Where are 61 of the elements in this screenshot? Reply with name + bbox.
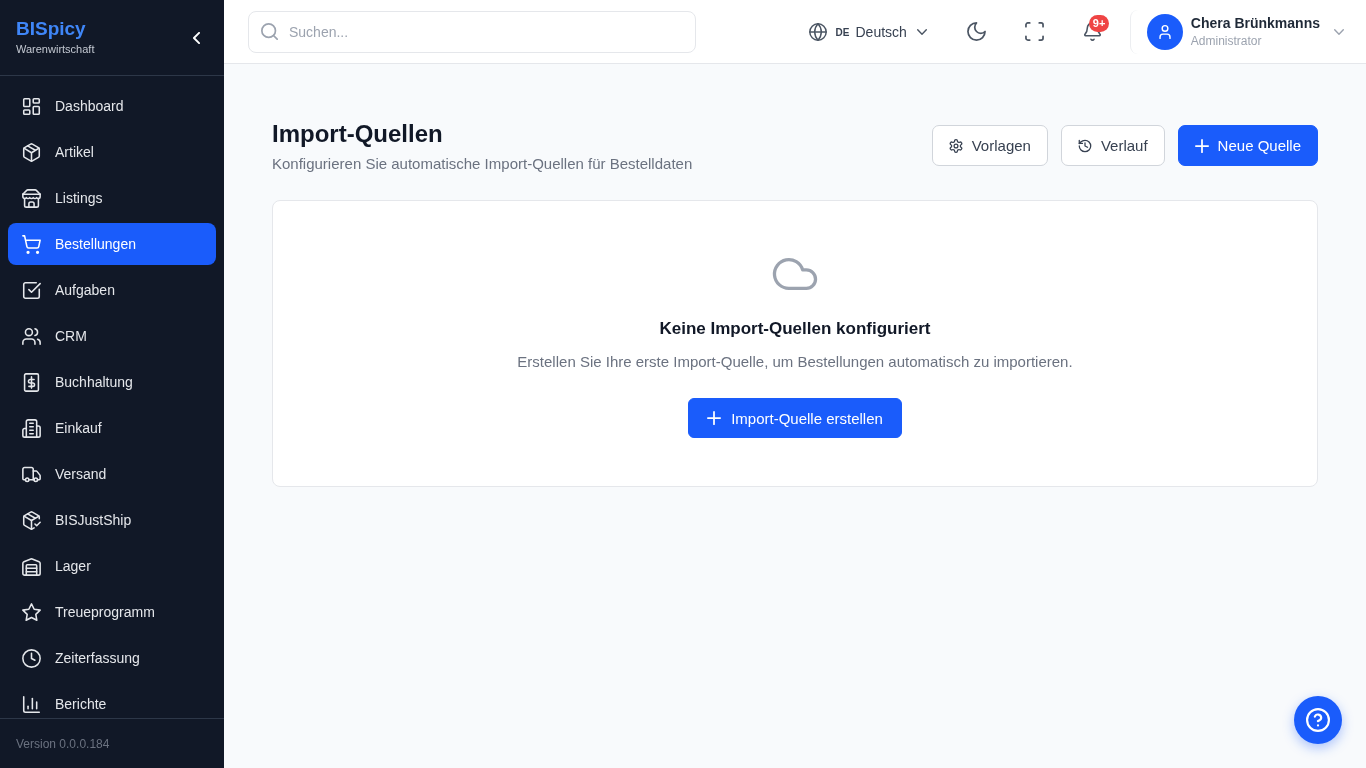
bar-chart-icon (22, 694, 41, 714)
plus-icon (1194, 138, 1209, 153)
building-icon (22, 418, 41, 438)
avatar-icon (1146, 13, 1183, 50)
box-icon (22, 142, 41, 162)
warehouse-icon (22, 556, 41, 576)
history-button[interactable]: Verlauf (1060, 125, 1165, 166)
globe-icon (808, 22, 827, 41)
cloud-icon (772, 257, 818, 291)
chevron-left-icon (193, 31, 200, 44)
gear-icon (948, 138, 963, 153)
store-icon (22, 188, 41, 208)
create-import-source-button[interactable]: Import-Quelle erstellen (688, 398, 902, 438)
nav-item[interactable]: BISJustShip (8, 499, 216, 541)
version-label: Version 0.0.0.184 (16, 736, 110, 751)
search-icon (261, 22, 278, 40)
nav-item[interactable]: Bestellungen (8, 223, 216, 265)
nav-item[interactable]: CRM (8, 315, 216, 357)
star-icon (22, 602, 41, 622)
clock-icon (22, 648, 41, 668)
notifications-button[interactable]: 9+ (1072, 11, 1113, 52)
nav-item[interactable]: Lager (8, 545, 216, 587)
page-title: Import-Quellen (272, 119, 444, 149)
empty-state-title: Keine Import-Quellen konfiguriert (659, 318, 931, 340)
fullscreen-icon (1025, 22, 1045, 41)
nav-item[interactable]: Einkauf (8, 407, 216, 449)
chevron-down-icon (1334, 28, 1344, 35)
nav-item[interactable]: Aufgaben (8, 269, 216, 311)
user-name: Chera Brünkmanns (1190, 13, 1320, 33)
new-source-button[interactable]: Neue Quelle (1177, 125, 1318, 166)
moon-icon (967, 22, 987, 41)
checkbox-icon (22, 280, 41, 300)
user-menu[interactable]: Chera Brünkmanns Administrator (1129, 9, 1346, 54)
history-icon (1077, 138, 1092, 153)
nav-item[interactable]: Versand (8, 453, 216, 495)
help-button[interactable] (1294, 696, 1342, 744)
nav-item[interactable]: Treueprogramm (8, 591, 216, 633)
users-icon (22, 326, 41, 346)
box-check-icon (22, 510, 41, 530)
nav-item[interactable]: Buchhaltung (8, 361, 216, 403)
notification-badge: 9+ (1088, 14, 1110, 32)
search-field[interactable]: Suchen... (248, 10, 696, 53)
templates-button[interactable]: Vorlagen (931, 125, 1048, 166)
nav-item[interactable]: Dashboard (8, 85, 216, 127)
page-subtitle: Konfigurieren Sie automatische Import-Quellen für Bestelldaten (272, 154, 693, 174)
brand-name: BISpicy (16, 16, 87, 41)
dollar-receipt-icon (22, 372, 41, 392)
nav-item[interactable]: Berichte (8, 683, 216, 718)
plus-icon (707, 411, 722, 425)
nav-item[interactable]: Listings (8, 177, 216, 219)
nav-item[interactable]: Zeiterfassung (8, 637, 216, 679)
user-role: Administrator (1190, 32, 1263, 50)
empty-state-text: Erstellen Sie Ihre erste Import-Quelle, um Bestellungen automatisch zu importieren. (517, 352, 1073, 372)
chevron-down-icon (916, 28, 927, 35)
cart-icon (22, 234, 41, 254)
help-icon (1306, 708, 1330, 732)
grid-icon (22, 96, 41, 116)
nav-item[interactable]: Artikel (8, 131, 216, 173)
language-button[interactable]: DE Deutsch (798, 11, 937, 52)
brand-subtitle: Warenwirtschaft (16, 41, 95, 57)
truck-icon (22, 464, 41, 484)
